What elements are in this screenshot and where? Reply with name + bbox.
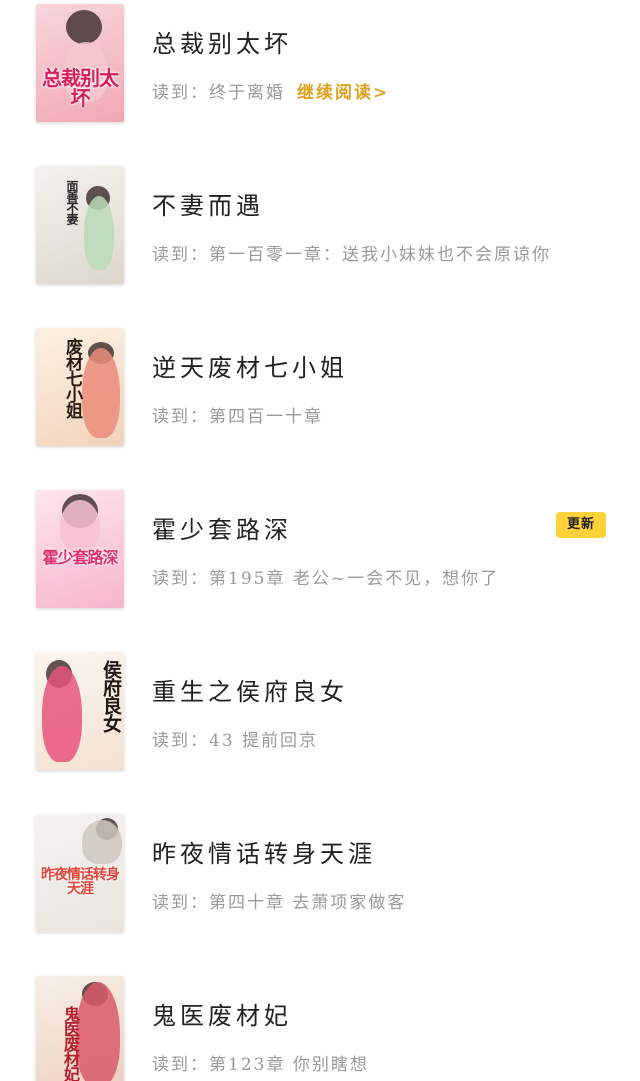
cover-illustration-hair bbox=[66, 10, 102, 44]
book-title[interactable]: 不妻而遇 bbox=[152, 186, 264, 221]
progress-prefix: 读到： bbox=[152, 893, 209, 913]
reading-progress: 读到：第195章 老公~一会不见，想你了 bbox=[152, 564, 499, 589]
progress-prefix: 读到： bbox=[152, 245, 209, 265]
cover-illustration-figure bbox=[84, 196, 114, 270]
progress-chapter: 第123章 你别瞎想 bbox=[209, 1055, 369, 1075]
reading-progress: 读到：43 提前回京 bbox=[152, 726, 318, 751]
progress-prefix: 读到： bbox=[152, 1055, 209, 1075]
book-cover[interactable]: 废材七小姐 bbox=[36, 328, 124, 446]
cover-illustration-figure bbox=[82, 820, 122, 864]
progress-chapter: 43 提前回京 bbox=[209, 731, 319, 751]
book-title[interactable]: 霍少套路深 bbox=[152, 510, 292, 545]
cover-title-art: 霍少套路深 bbox=[42, 548, 118, 567]
reading-progress: 读到：第一百零一章：送我小妹妹也不会原谅你 bbox=[152, 240, 551, 265]
progress-prefix: 读到： bbox=[152, 407, 209, 427]
progress-prefix: 读到： bbox=[152, 731, 209, 751]
cover-title-art: 总裁别太坏 bbox=[42, 66, 119, 110]
book-row[interactable]: 总裁别太坏 总裁别太坏 读到：终于离婚 继续阅读> bbox=[0, 0, 640, 162]
progress-chapter: 第四百一十章 bbox=[209, 407, 323, 427]
book-cover[interactable]: 总裁别太坏 bbox=[36, 4, 124, 122]
update-badge: 更新 bbox=[556, 512, 606, 538]
cover-illustration-figure bbox=[42, 666, 82, 762]
cover-title-art: 废材七小姐 bbox=[62, 338, 82, 418]
book-cover[interactable]: 鬼医废材妃 bbox=[36, 976, 124, 1081]
book-cover[interactable]: 面善不妻 bbox=[36, 166, 124, 284]
reading-progress: 读到：终于离婚 继续阅读> bbox=[152, 78, 389, 103]
progress-prefix: 读到： bbox=[152, 83, 209, 103]
progress-chapter: 第195章 老公~一会不见，想你了 bbox=[209, 569, 500, 589]
cover-title-art: 昨夜情话转身天涯 bbox=[41, 867, 120, 897]
progress-prefix: 读到： bbox=[152, 569, 209, 589]
book-title[interactable]: 重生之侯府良女 bbox=[152, 672, 348, 707]
book-cover[interactable]: 昨夜情话转身天涯 bbox=[36, 814, 124, 932]
cover-illustration-figure bbox=[60, 500, 100, 552]
book-row[interactable]: 鬼医废材妃 鬼医废材妃 读到：第123章 你别瞎想 bbox=[0, 972, 640, 1081]
bookshelf-list: 总裁别太坏 总裁别太坏 读到：终于离婚 继续阅读> 面善不妻 不妻而遇 读到：第一… bbox=[0, 0, 640, 1081]
reading-progress: 读到：第123章 你别瞎想 bbox=[152, 1050, 369, 1075]
cover-title-art: 鬼医废材妃 bbox=[61, 1006, 80, 1081]
book-row[interactable]: 面善不妻 不妻而遇 读到：第一百零一章：送我小妹妹也不会原谅你 bbox=[0, 162, 640, 324]
book-row[interactable]: 昨夜情话转身天涯 昨夜情话转身天涯 读到：第四十章 去萧项家做客 bbox=[0, 810, 640, 972]
book-title[interactable]: 鬼医废材妃 bbox=[152, 996, 292, 1031]
book-title[interactable]: 总裁别太坏 bbox=[152, 24, 292, 59]
book-cover[interactable]: 霍少套路深 bbox=[36, 490, 124, 608]
progress-chapter: 第四十章 去萧项家做客 bbox=[209, 893, 407, 913]
reading-progress: 读到：第四十章 去萧项家做客 bbox=[152, 888, 406, 913]
reading-progress: 读到：第四百一十章 bbox=[152, 402, 323, 427]
book-title[interactable]: 逆天废材七小姐 bbox=[152, 348, 348, 383]
progress-chapter: 第一百零一章：送我小妹妹也不会原谅你 bbox=[209, 245, 551, 265]
book-row[interactable]: 霍少套路深 霍少套路深 读到：第195章 老公~一会不见，想你了 更新 bbox=[0, 486, 640, 648]
cover-title-art: 面善不妻 bbox=[65, 180, 79, 224]
cover-illustration-figure bbox=[82, 348, 120, 438]
book-cover[interactable]: 侯府良女 bbox=[36, 652, 124, 770]
book-row[interactable]: 废材七小姐 逆天废材七小姐 读到：第四百一十章 bbox=[0, 324, 640, 486]
cover-title-art: 侯府良女 bbox=[100, 660, 122, 732]
book-title[interactable]: 昨夜情话转身天涯 bbox=[152, 834, 376, 869]
continue-reading-link[interactable]: 继续阅读> bbox=[297, 83, 389, 103]
progress-chapter: 终于离婚 bbox=[209, 83, 285, 103]
cover-illustration-figure bbox=[76, 982, 120, 1081]
book-row[interactable]: 侯府良女 重生之侯府良女 读到：43 提前回京 bbox=[0, 648, 640, 810]
